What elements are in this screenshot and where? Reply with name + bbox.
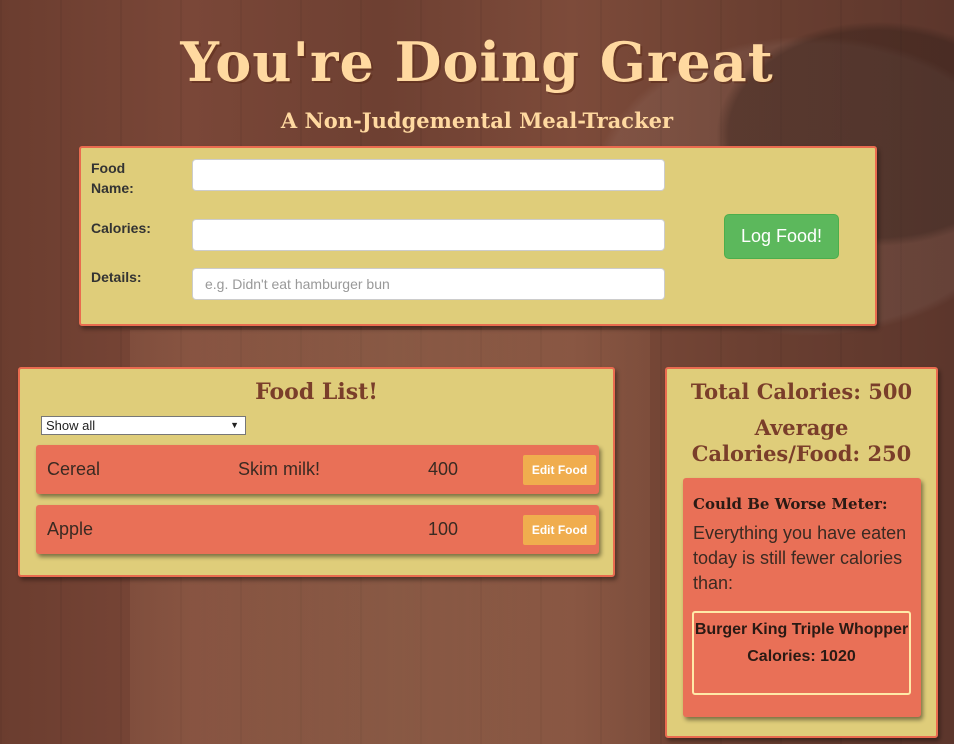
food-name-input[interactable]	[192, 159, 665, 191]
details-input[interactable]	[192, 268, 665, 300]
comparison-card: Burger King Triple Whopper Calories: 102…	[692, 611, 911, 695]
food-list-panel: Food List! Show all ▼ Cereal Skim milk! …	[18, 367, 615, 577]
log-food-button[interactable]: Log Food!	[724, 214, 839, 259]
filter-selected-value: Show all	[46, 418, 96, 433]
stats-panel: Total Calories: 500 Average Calories/Foo…	[665, 367, 938, 738]
details-label: Details:	[91, 269, 142, 285]
page-subtitle: A Non-Judgemental Meal-Tracker	[280, 108, 674, 133]
comparison-food-name: Burger King Triple Whopper	[694, 621, 909, 638]
could-be-worse-meter: Could Be Worse Meter: Everything you hav…	[683, 478, 921, 717]
calories-input[interactable]	[192, 219, 665, 251]
food-item-calories: 100	[428, 519, 459, 539]
page-title: You're Doing Great	[180, 30, 774, 94]
log-food-form: Food Name: Calories: Details: Log Food!	[79, 146, 877, 326]
total-calories: Total Calories: 500	[690, 379, 913, 404]
average-calories: Average Calories/Food: 250	[691, 415, 912, 466]
food-item-calories: 400	[428, 459, 459, 479]
calories-label: Calories:	[91, 220, 151, 236]
food-item-details: Skim milk!	[238, 459, 320, 479]
meter-text: Everything you have eaten today is still…	[693, 523, 907, 593]
food-list-heading: Food List!	[255, 379, 378, 405]
edit-food-button[interactable]: Edit Food	[523, 455, 596, 485]
food-item: Apple 100 Edit Food	[36, 505, 599, 554]
food-item-name: Apple	[47, 519, 94, 539]
comparison-calories: Calories: 1020	[747, 648, 856, 665]
dropdown-arrow-icon: ▼	[230, 420, 239, 430]
filter-select[interactable]: Show all ▼	[41, 416, 246, 435]
food-item: Cereal Skim milk! 400 Edit Food	[36, 445, 599, 494]
meter-title: Could Be Worse Meter:	[693, 495, 888, 513]
edit-food-button[interactable]: Edit Food	[523, 515, 596, 545]
food-name-label: Food Name:	[91, 160, 134, 196]
food-item-name: Cereal	[47, 459, 101, 479]
